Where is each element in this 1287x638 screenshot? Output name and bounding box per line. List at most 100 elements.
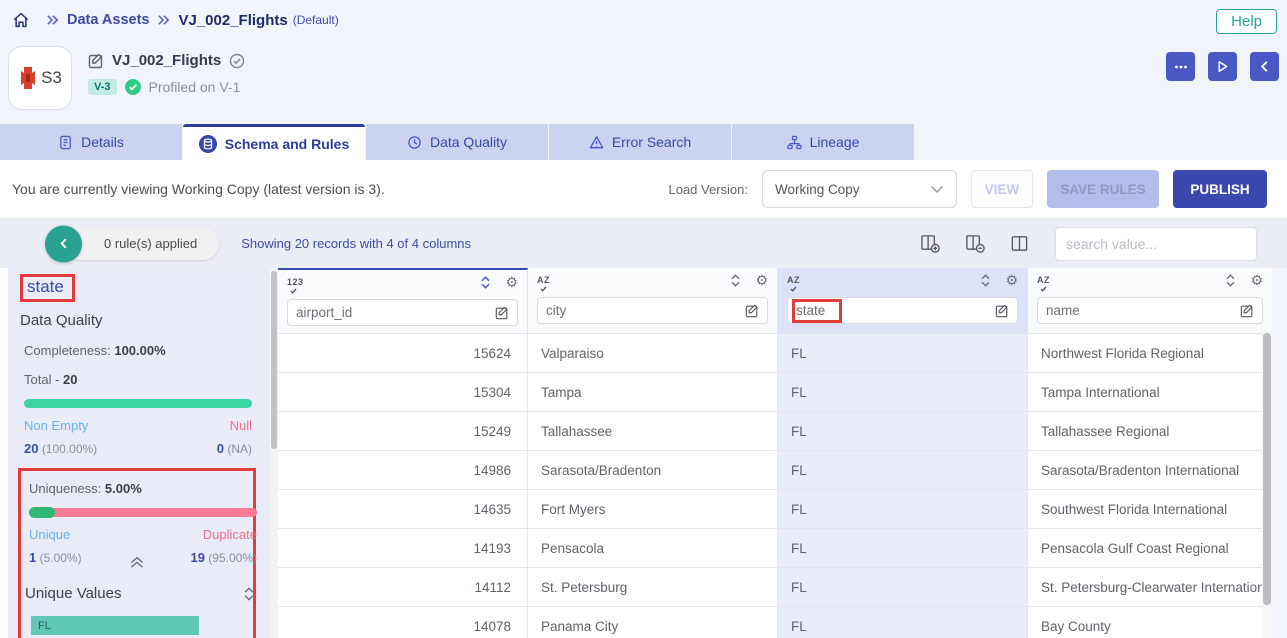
column-name-field[interactable]: name (1037, 297, 1263, 324)
save-rules-button[interactable]: SAVE RULES (1047, 170, 1159, 208)
tab-data-quality[interactable]: Data Quality (366, 124, 548, 160)
column-name-field[interactable]: state (787, 297, 1018, 324)
scrollbar-thumb[interactable] (1263, 333, 1271, 605)
cell-state[interactable]: FL (778, 529, 1028, 568)
tab-error-search[interactable]: Error Search (549, 124, 731, 160)
cell-name[interactable]: Southwest Florida International (1028, 490, 1272, 529)
cell-city[interactable]: St. Petersburg (528, 568, 778, 607)
cell-state[interactable]: FL (778, 490, 1028, 529)
column-name-field[interactable]: airport_id (287, 299, 518, 326)
run-profile-button[interactable] (1208, 52, 1237, 81)
breadcrumb-default-suffix: (Default) (293, 13, 339, 27)
cell-name[interactable]: Tallahassee Regional (1028, 412, 1272, 451)
load-version-select[interactable]: Working Copy (762, 170, 957, 208)
version-badge: V-3 (88, 79, 117, 95)
edit-column-icon[interactable] (1240, 304, 1254, 318)
table-row[interactable]: 15624ValparaisoFLNorthwest Florida Regio… (278, 334, 1272, 373)
help-button[interactable]: Help (1216, 9, 1277, 34)
warning-triangle-icon (589, 135, 604, 150)
tab-lineage[interactable]: Lineage (732, 124, 914, 160)
cell-airport_id[interactable]: 15249 (278, 412, 528, 451)
edit-column-icon[interactable] (745, 304, 759, 318)
column-settings-gear-icon[interactable]: ⚙ (1250, 274, 1263, 288)
annotation-box-column-name: state (20, 274, 75, 302)
table-row[interactable]: 14193PensacolaFLPensacola Gulf Coast Reg… (278, 529, 1272, 568)
chevrons-right-icon (46, 14, 59, 26)
cell-airport_id[interactable]: 15624 (278, 334, 528, 373)
cell-name[interactable]: Tampa International (1028, 373, 1272, 412)
sort-icon[interactable] (1223, 273, 1238, 288)
unique-label: Unique (29, 527, 70, 542)
column-name-field[interactable]: city (537, 297, 768, 324)
split-columns-icon[interactable] (1010, 234, 1029, 253)
cell-airport_id[interactable]: 14986 (278, 451, 528, 490)
edit-column-icon[interactable] (995, 304, 1009, 318)
collapse-back-button[interactable] (1250, 52, 1279, 81)
cell-city[interactable]: Fort Myers (528, 490, 778, 529)
collapse-section-icon[interactable] (129, 556, 146, 569)
table-row[interactable]: 14112St. PetersburgFLSt. Petersburg-Clea… (278, 568, 1272, 607)
table-row[interactable]: 14635Fort MyersFLSouthwest Florida Inter… (278, 490, 1272, 529)
cell-city[interactable]: Tampa (528, 373, 778, 412)
edit-title-icon[interactable] (88, 53, 104, 69)
table-row[interactable]: 14078Panama CityFLBay County (278, 607, 1272, 638)
tab-label: Lineage (810, 134, 860, 150)
cell-state[interactable]: FL (778, 412, 1028, 451)
table-row[interactable]: 15249TallahasseeFLTallahassee Regional (278, 412, 1272, 451)
cell-name[interactable]: Sarasota/Bradenton International (1028, 451, 1272, 490)
cell-airport_id[interactable]: 14112 (278, 568, 528, 607)
column-settings-gear-icon[interactable]: ⚙ (755, 274, 768, 288)
unique-values-sort-icon[interactable] (241, 586, 257, 602)
s3-source-card: S3 (8, 46, 72, 110)
cell-state[interactable]: FL (778, 373, 1028, 412)
completeness-stat: Completeness: 100.00% (24, 343, 256, 358)
column-settings-gear-icon[interactable]: ⚙ (1005, 274, 1018, 288)
scrollbar-thumb[interactable] (271, 271, 277, 449)
grid-toolbar: 0 rule(s) applied Showing 20 records wit… (0, 219, 1287, 268)
table-row[interactable]: 14986Sarasota/BradentonFLSarasota/Braden… (278, 451, 1272, 490)
column-settings-gear-icon[interactable]: ⚙ (505, 276, 518, 290)
cell-name[interactable]: Bay County (1028, 607, 1272, 638)
cell-city[interactable]: Tallahassee (528, 412, 778, 451)
cell-state[interactable]: FL (778, 451, 1028, 490)
cell-name[interactable]: St. Petersburg-Clearwater International (1028, 568, 1272, 607)
cell-state[interactable]: FL (778, 568, 1028, 607)
publish-button[interactable]: PUBLISH (1173, 170, 1267, 208)
view-button[interactable]: VIEW (971, 170, 1033, 208)
home-icon[interactable] (12, 11, 30, 29)
history-clock-icon (407, 135, 422, 150)
column-header-name: AZ ⚙ name (1028, 268, 1272, 334)
table-row[interactable]: 15304TampaFLTampa International (278, 373, 1272, 412)
cell-name[interactable]: Pensacola Gulf Coast Regional (1028, 529, 1272, 568)
numeric-type-icon: 123 (287, 275, 304, 294)
column-header-state: AZ ⚙ state (778, 268, 1028, 334)
cell-city[interactable]: Sarasota/Bradenton (528, 451, 778, 490)
breadcrumb-data-assets[interactable]: Data Assets (67, 12, 149, 28)
add-column-icon[interactable] (920, 233, 941, 254)
more-actions-button[interactable] (1166, 52, 1195, 81)
cell-airport_id[interactable]: 14635 (278, 490, 528, 529)
cell-airport_id[interactable]: 14193 (278, 529, 528, 568)
tab-schema-and-rules[interactable]: Schema and Rules (183, 124, 365, 160)
version-bar: You are currently viewing Working Copy (… (0, 160, 1287, 219)
rules-applied-pill: 0 rule(s) applied (62, 227, 219, 260)
cell-state[interactable]: FL (778, 607, 1028, 638)
cell-city[interactable]: Valparaiso (528, 334, 778, 373)
sort-icon[interactable] (728, 273, 743, 288)
cell-state[interactable]: FL (778, 334, 1028, 373)
sort-icon[interactable] (978, 273, 993, 288)
cell-city[interactable]: Panama City (528, 607, 778, 638)
sort-icon[interactable] (478, 275, 493, 290)
edit-column-icon[interactable] (495, 306, 509, 320)
collapse-rules-panel-button[interactable] (45, 225, 82, 262)
search-input[interactable] (1055, 227, 1257, 261)
chevron-left-icon (1257, 59, 1272, 74)
cell-city[interactable]: Pensacola (528, 529, 778, 568)
cell-airport_id[interactable]: 14078 (278, 607, 528, 638)
cell-airport_id[interactable]: 15304 (278, 373, 528, 412)
cell-name[interactable]: Northwest Florida Regional (1028, 334, 1272, 373)
tab-details[interactable]: Details (0, 124, 182, 160)
remove-column-icon[interactable] (965, 233, 986, 254)
profiled-status: Profiled on V-1 (149, 79, 241, 95)
s3-icon (18, 66, 38, 90)
